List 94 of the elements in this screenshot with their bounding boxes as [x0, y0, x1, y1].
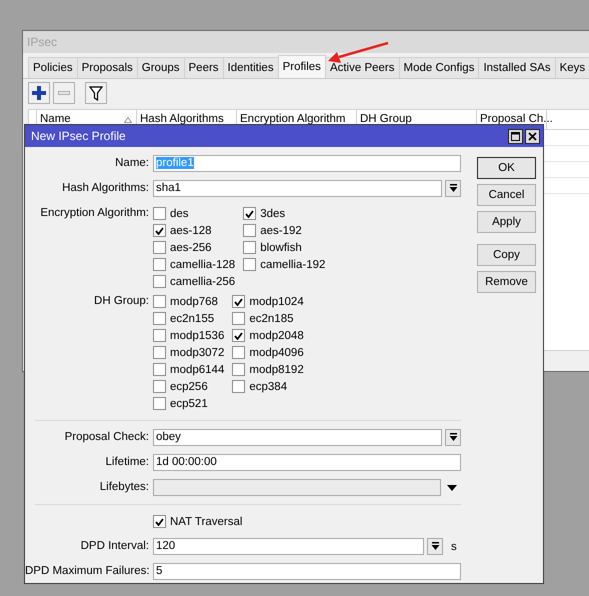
checkbox[interactable] — [153, 275, 166, 288]
checkbox[interactable] — [232, 312, 246, 325]
field-label: Lifetime: — [104, 455, 149, 470]
option-label: des — [170, 208, 189, 220]
tab[interactable]: Policies — [28, 57, 78, 78]
unit-label: s — [450, 540, 458, 552]
checkbox[interactable] — [153, 295, 166, 308]
dropdown-button[interactable] — [445, 180, 461, 197]
checkbox[interactable] — [153, 515, 166, 528]
option-label: modp1024 — [249, 296, 304, 308]
tab[interactable]: Installed SAs — [478, 57, 556, 78]
option-label: modp4096 — [249, 346, 304, 358]
option-label: camellia-192 — [260, 258, 326, 270]
checkbox[interactable] — [243, 241, 256, 254]
checkbox[interactable] — [232, 363, 246, 376]
maximize-button[interactable] — [508, 128, 523, 144]
dialog-title: New IPsec Profile — [31, 129, 126, 143]
option-label: modp2048 — [249, 330, 304, 342]
checkbox[interactable] — [243, 258, 256, 271]
checkbox[interactable] — [243, 224, 256, 237]
option-label: 3des — [260, 208, 286, 220]
option-label: modp8192 — [249, 364, 304, 376]
tab[interactable]: Groups — [136, 57, 184, 78]
checkbox[interactable] — [153, 346, 166, 359]
option-label: ecp521 — [170, 398, 208, 410]
field-label: Proposal Check: — [64, 430, 149, 445]
checkbox[interactable] — [153, 312, 166, 325]
tab[interactable]: Proposals — [76, 57, 138, 78]
checkbox[interactable] — [243, 207, 256, 220]
field-label: DPD Interval: — [80, 539, 149, 554]
plus-icon — [32, 86, 46, 100]
tab[interactable]: Active Peers — [324, 57, 400, 78]
select-field[interactable]: sha1 — [153, 180, 442, 197]
close-button[interactable] — [525, 128, 540, 144]
checkbox[interactable] — [232, 380, 246, 393]
dropdown-icon — [448, 184, 458, 193]
text-field[interactable]: 5 — [153, 563, 461, 580]
checkbox[interactable] — [232, 295, 246, 308]
text-field[interactable]: 1d 00:00:00 — [153, 454, 461, 471]
checkbox[interactable] — [153, 241, 166, 254]
field-label: Lifebytes: — [98, 480, 149, 495]
select-field[interactable]: 120 — [153, 538, 424, 555]
field-label: DH Group: — [93, 294, 149, 309]
window-title: IPsec — [23, 31, 589, 53]
checkbox[interactable] — [232, 329, 246, 342]
dialog-button[interactable]: Apply — [477, 211, 536, 233]
option-label: ec2n185 — [249, 312, 294, 324]
option-label: modp3072 — [170, 346, 224, 358]
option-label: aes-256 — [170, 242, 212, 254]
option-label: aes-192 — [260, 224, 302, 236]
tab[interactable]: Profiles — [278, 55, 326, 78]
field-label: Name: — [114, 156, 149, 171]
dialog-button[interactable]: Copy — [477, 244, 536, 266]
dropdown-button[interactable] — [445, 429, 461, 446]
option-label: ec2n155 — [170, 312, 214, 324]
dialog-button[interactable]: Remove — [477, 271, 536, 293]
dialog-button[interactable]: Cancel — [477, 184, 536, 206]
option-label: modp6144 — [170, 364, 224, 376]
tab[interactable]: Keys — [554, 57, 589, 78]
checkbox[interactable] — [153, 363, 166, 376]
minus-icon — [58, 91, 70, 95]
checkbox[interactable] — [153, 397, 166, 410]
field-label: Encryption Algorithm: — [39, 206, 149, 221]
option-label: ecp384 — [249, 380, 288, 392]
option-label: modp768 — [170, 296, 218, 308]
checkbox-label: NAT Traversal — [170, 516, 242, 528]
expand-icon[interactable] — [447, 484, 457, 490]
checkbox[interactable] — [153, 207, 166, 220]
checkbox[interactable] — [153, 380, 166, 393]
field-label: Hash Algorithms: — [61, 181, 149, 196]
funnel-icon — [89, 86, 103, 100]
field-label: DPD Maximum Failures: — [25, 564, 149, 579]
option-label: aes-128 — [170, 224, 212, 236]
sort-icon — [124, 116, 132, 122]
dropdown-icon — [430, 542, 440, 551]
option-label: blowfish — [260, 242, 302, 254]
checkbox[interactable] — [232, 346, 246, 359]
checkbox[interactable] — [153, 224, 166, 237]
checkbox[interactable] — [153, 329, 166, 342]
add-button[interactable] — [28, 82, 50, 104]
annotation-arrow — [328, 42, 388, 63]
dialog-button[interactable]: OK — [477, 157, 536, 179]
tab[interactable]: Mode Configs — [398, 57, 480, 78]
tab[interactable]: Peers — [184, 57, 224, 78]
dropdown-icon — [448, 433, 458, 442]
option-label: camellia-256 — [170, 276, 236, 288]
tab[interactable]: Identities — [222, 57, 279, 78]
select-field[interactable]: obey — [153, 429, 442, 446]
option-label: modp1536 — [170, 330, 224, 342]
option-label: ecp256 — [170, 380, 208, 392]
filter-button[interactable] — [85, 82, 107, 104]
option-label: camellia-128 — [170, 258, 236, 270]
dropdown-button[interactable] — [427, 538, 443, 555]
checkbox[interactable] — [153, 258, 166, 271]
